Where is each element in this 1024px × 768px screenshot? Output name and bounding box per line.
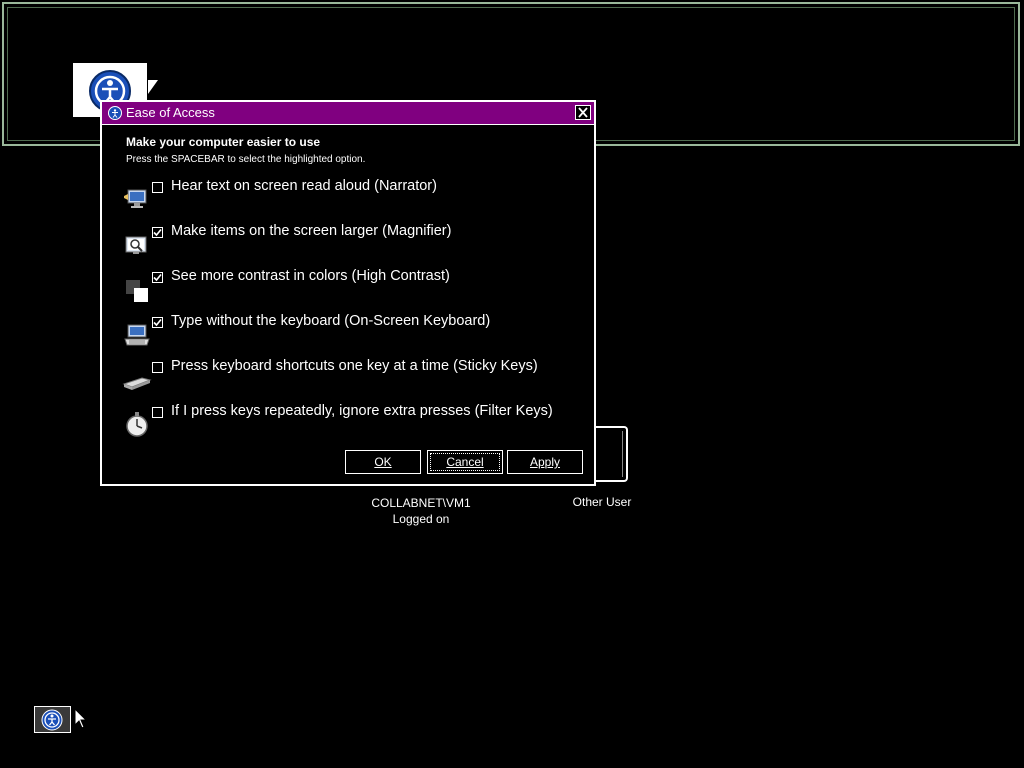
option-sticky-keys[interactable]: Press keyboard shortcuts one key at a ti… [122,358,582,400]
close-icon [578,107,588,118]
ease-of-access-icon [41,709,63,731]
dialog-subheading: Press the SPACEBAR to select the highlig… [126,154,366,165]
apply-button-label: Apply [529,455,561,469]
option-narrator[interactable]: Hear text on screen read aloud (Narrator… [122,178,582,220]
filter-keys-label: If I press keys repeatedly, ignore extra… [171,403,553,419]
sticky-keys-label: Press keyboard shortcuts one key at a ti… [171,358,538,374]
option-magnifier[interactable]: Make items on the screen larger (Magnifi… [122,223,582,265]
ease-of-access-button[interactable] [34,706,71,733]
mouse-cursor-icon [74,708,88,729]
apply-button[interactable]: Apply [507,450,583,474]
dialog-title: Ease of Access [126,105,215,120]
checkmark-icon [153,318,162,327]
narrator-icon [124,189,147,208]
filter-keys-checkbox[interactable] [152,407,163,418]
ease-of-access-dialog: Ease of Access Make your computer easier… [100,100,596,486]
cancel-button[interactable]: Cancel [427,450,503,474]
tile-pointer-arrow [148,80,158,94]
magnifier-checkbox[interactable] [152,227,163,238]
high-contrast-checkbox[interactable] [152,272,163,283]
ok-button-label: OK [374,455,392,469]
filter-keys-icon [126,412,148,437]
narrator-label: Hear text on screen read aloud (Narrator… [171,178,437,194]
on-screen-keyboard-label: Type without the keyboard (On-Screen Key… [171,313,491,329]
dialog-titlebar[interactable]: Ease of Access [102,102,594,125]
option-filter-keys[interactable]: If I press keys repeatedly, ignore extra… [122,403,582,445]
sticky-keys-icon [122,377,152,390]
user-status: Logged on [392,512,450,526]
checkmark-icon [153,273,162,282]
cancel-button-label: Cancel [446,455,484,469]
on-screen-keyboard-checkbox[interactable] [152,317,163,328]
other-user-label[interactable]: Other User [560,495,644,509]
close-button[interactable] [575,105,591,120]
on-screen-keyboard-icon [124,324,150,346]
checkmark-icon [153,228,162,237]
dialog-heading: Make your computer easier to use [126,135,321,149]
narrator-checkbox[interactable] [152,182,163,193]
ok-button[interactable]: OK [345,450,421,474]
user-account-name: COLLABNET\VM1 [371,496,471,510]
ease-of-access-icon [108,106,122,120]
sticky-keys-checkbox[interactable] [152,362,163,373]
user-name-label: COLLABNET\VM1 Logged on [361,495,481,527]
magnifier-icon [125,236,147,254]
high-contrast-icon [126,280,148,302]
user-tile[interactable] [594,426,628,482]
option-high-contrast[interactable]: See more contrast in colors (High Contra… [122,268,582,310]
magnifier-label: Make items on the screen larger (Magnifi… [171,223,452,239]
high-contrast-label: See more contrast in colors (High Contra… [171,268,450,284]
option-on-screen-keyboard[interactable]: Type without the keyboard (On-Screen Key… [122,313,582,355]
